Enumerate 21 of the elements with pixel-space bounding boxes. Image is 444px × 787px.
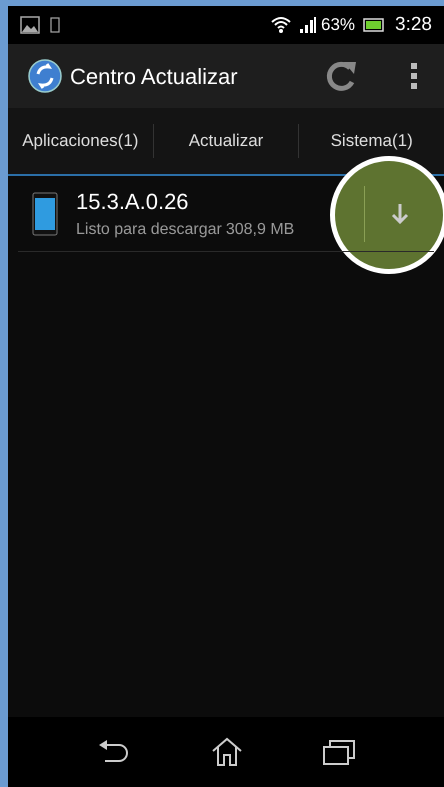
back-icon[interactable] (97, 739, 131, 765)
tab[interactable]: Actualizar (188, 128, 264, 154)
update-size: 308,9 MB (226, 220, 294, 240)
app-logo-icon (28, 59, 62, 93)
image-icon (20, 16, 40, 34)
recent-apps-icon[interactable] (323, 739, 355, 765)
overflow-menu-icon[interactable] (410, 62, 418, 90)
clock: 3:28 (395, 12, 432, 37)
wifi-icon (270, 16, 291, 34)
battery-icon (363, 18, 386, 32)
app-title: Centro Actualizar (70, 62, 238, 90)
battery-percent: 63% (320, 14, 356, 36)
home-icon[interactable] (211, 737, 243, 767)
update-name: 15.3.A.0.26 (76, 188, 190, 216)
update-status: Listo para descargar (76, 220, 222, 240)
phone-icon (50, 17, 60, 33)
phone-icon (32, 192, 58, 236)
tab[interactable]: Aplicaciones(1) (22, 128, 138, 154)
signal-icon (298, 16, 317, 34)
download-icon (390, 202, 408, 224)
tab[interactable]: Sistema(1) (330, 128, 413, 154)
